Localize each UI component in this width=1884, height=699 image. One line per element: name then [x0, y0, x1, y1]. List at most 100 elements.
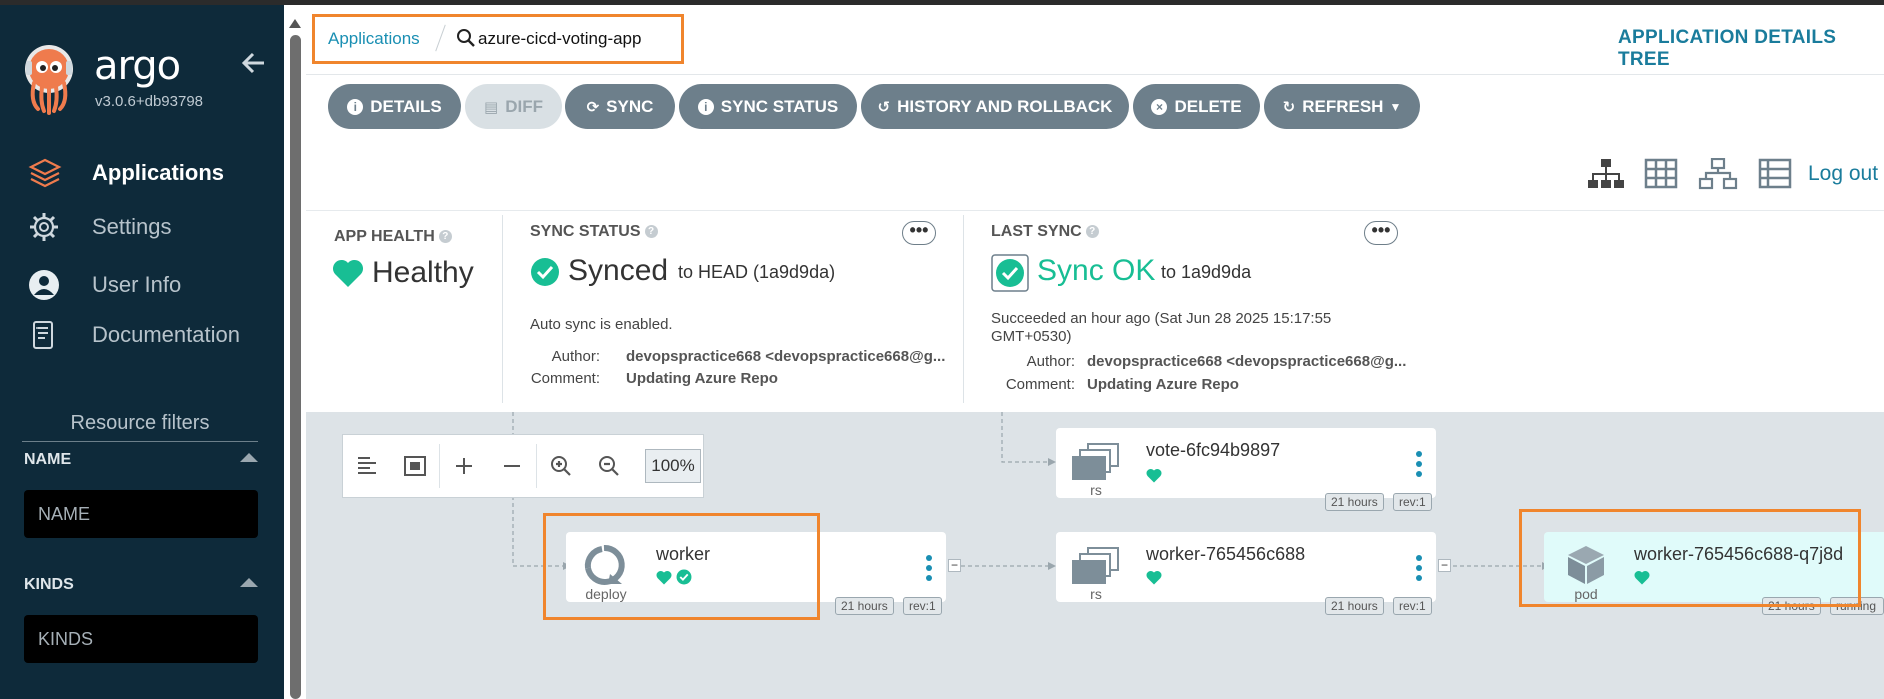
- sidebar-item-label: User Info: [92, 272, 182, 297]
- author-key: Author:: [551, 348, 600, 365]
- chevron-down-icon: ▼: [1389, 99, 1402, 114]
- node-menu-icon[interactable]: [1414, 554, 1424, 582]
- node-name: worker: [656, 544, 711, 564]
- sidebar: argo v3.0.6+db93798 Applications Setting…: [0, 5, 284, 699]
- history-rollback-button[interactable]: ↺ HISTORY AND ROLLBACK: [861, 84, 1129, 129]
- expand-all-icon[interactable]: [440, 434, 488, 498]
- sync-button[interactable]: ⟳ SYNC: [565, 84, 675, 129]
- sync-status-more-button[interactable]: •••: [902, 221, 936, 245]
- age-badge: 21 hours: [1325, 597, 1384, 615]
- name-filter-input[interactable]: [24, 490, 258, 538]
- node-worker-pod[interactable]: pod worker-765456c688-q7j8d: [1544, 532, 1884, 602]
- last-sync-label: LAST SYNC?: [991, 223, 1099, 241]
- pods-grid-view-icon[interactable]: [1642, 158, 1682, 190]
- collapse-node-button[interactable]: −: [948, 559, 961, 572]
- synced-check-icon: [530, 257, 560, 292]
- scroll-thumb[interactable]: [290, 35, 301, 699]
- list-view-icon[interactable]: [1756, 158, 1796, 190]
- node-menu-icon[interactable]: [1414, 450, 1424, 478]
- zoom-in-icon[interactable]: [537, 434, 585, 498]
- last-sync-target: to 1a9d9da: [1161, 262, 1252, 282]
- file-diff-icon: ▤: [484, 98, 499, 116]
- zoom-out-icon[interactable]: [585, 434, 633, 498]
- sync-author: devopspractice668 <devopspractice668@g..…: [626, 348, 946, 365]
- kinds-filter-label: KINDS: [24, 576, 74, 593]
- succeeded-text-line1: Succeeded an hour ago (Sat Jun 28 2025 1…: [991, 310, 1332, 327]
- app-health-label: APP HEALTH?: [334, 228, 452, 246]
- sidebar-item-documentation[interactable]: Documentation: [28, 317, 268, 353]
- healthy-heart-icon: [332, 258, 364, 293]
- info-icon: i: [697, 98, 714, 115]
- node-kind: pod: [1574, 586, 1598, 602]
- tree-view-icon[interactable]: [1586, 158, 1626, 190]
- node-worker-rs[interactable]: rs worker-765456c688: [1056, 532, 1436, 602]
- replicaset-icon: [1070, 442, 1124, 485]
- refresh-button[interactable]: ↻ REFRESH ▼: [1264, 84, 1420, 129]
- node-name: vote-6fc94b9897: [1146, 440, 1281, 460]
- node-name: worker-765456c688: [1146, 544, 1306, 564]
- name-filter-collapse-icon[interactable]: [240, 453, 258, 462]
- last-sync-more-button[interactable]: •••: [1364, 221, 1398, 245]
- collapse-node-button[interactable]: −: [1438, 559, 1451, 572]
- pod-cube-icon: [1566, 544, 1606, 591]
- network-view-icon[interactable]: [1698, 157, 1738, 190]
- node-kind: deploy: [585, 586, 627, 602]
- help-icon[interactable]: ?: [1085, 225, 1099, 239]
- sync-status-button[interactable]: i SYNC STATUS: [679, 84, 857, 129]
- resource-filters-title: Resource filters: [22, 412, 258, 442]
- sidebar-item-label: Applications: [92, 160, 225, 185]
- healthy-heart-icon: [1146, 570, 1162, 590]
- breadcrumb-app-name[interactable]: azure-cicd-voting-app: [478, 29, 641, 49]
- node-worker-deploy[interactable]: deploy worker: [566, 532, 946, 602]
- kinds-filter-collapse-icon[interactable]: [240, 578, 258, 587]
- graph-zoom-toolbar: 100%: [342, 434, 704, 498]
- brand-version: v3.0.6+db93798: [95, 93, 204, 110]
- history-icon: ↺: [877, 98, 891, 116]
- details-button[interactable]: i DETAILS: [328, 84, 461, 129]
- sync-comment: Updating Azure Repo: [626, 370, 778, 387]
- age-badge: 21 hours: [835, 597, 894, 615]
- sync-icon: ⟳: [586, 98, 600, 116]
- rev-badge: rev:1: [903, 597, 942, 615]
- sidebar-item-applications[interactable]: Applications: [28, 155, 268, 191]
- align-left-icon[interactable]: [343, 434, 391, 498]
- scroll-up-icon[interactable]: [289, 19, 301, 28]
- scrollbar[interactable]: [284, 5, 306, 699]
- sync-status-value: Synced: [568, 254, 669, 287]
- help-icon[interactable]: ?: [644, 225, 658, 239]
- healthy-heart-icon: [1634, 570, 1650, 590]
- fit-screen-icon[interactable]: [391, 434, 439, 498]
- diff-button[interactable]: ▤ DIFF: [465, 84, 562, 129]
- node-kind: rs: [1090, 482, 1102, 498]
- sidebar-item-settings[interactable]: Settings: [28, 209, 268, 245]
- zoom-level[interactable]: 100%: [645, 449, 701, 483]
- collapse-all-icon[interactable]: [488, 434, 536, 498]
- last-sync-comment: Updating Azure Repo: [1087, 376, 1239, 393]
- documentation-icon: [28, 317, 68, 353]
- kinds-filter-input[interactable]: [24, 615, 258, 663]
- collapse-sidebar-icon[interactable]: [240, 49, 270, 79]
- gear-icon: [28, 209, 68, 245]
- deployment-icon: [582, 544, 626, 591]
- sidebar-item-user-info[interactable]: User Info: [28, 267, 268, 303]
- info-icon: i: [347, 98, 364, 115]
- rev-badge: rev:1: [1393, 493, 1432, 511]
- last-sync-author: devopspractice668 <devopspractice668@g..…: [1087, 353, 1407, 370]
- sidebar-item-label: Documentation: [92, 322, 240, 347]
- synced-check-icon: [676, 569, 692, 590]
- node-menu-icon[interactable]: [924, 554, 934, 582]
- logout-link[interactable]: Log out: [1808, 162, 1878, 186]
- delete-icon: ×: [1151, 98, 1168, 115]
- node-kind: rs: [1090, 586, 1102, 602]
- help-icon[interactable]: ?: [438, 230, 452, 244]
- age-badge: 21 hours: [1762, 597, 1821, 615]
- breadcrumb-applications-link[interactable]: Applications: [328, 29, 420, 49]
- sidebar-item-label: Settings: [92, 214, 172, 239]
- delete-button[interactable]: × DELETE: [1133, 84, 1260, 129]
- brand-name: argo: [94, 43, 181, 89]
- comment-key: Comment:: [530, 370, 600, 387]
- name-filter-label: NAME: [24, 451, 72, 468]
- sync-status-label: SYNC STATUS?: [530, 223, 658, 241]
- node-vote-rs[interactable]: rs vote-6fc94b9897: [1056, 428, 1436, 498]
- app-health-value: Healthy: [372, 256, 474, 289]
